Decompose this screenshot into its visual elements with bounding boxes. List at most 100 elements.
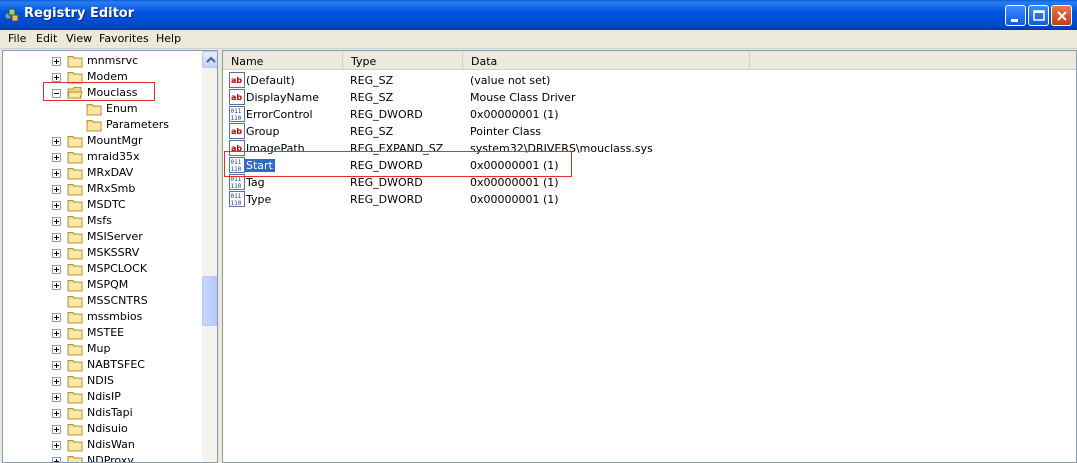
tree-item[interactable]: mraid35x (3, 149, 201, 165)
expand-icon[interactable] (52, 137, 61, 146)
expand-icon[interactable] (52, 169, 61, 178)
expand-icon[interactable] (52, 361, 61, 370)
tree-item[interactable]: MountMgr (3, 133, 201, 149)
string-value-icon: ab (229, 89, 245, 105)
scroll-thumb[interactable] (202, 276, 217, 326)
tree-item-label: NDProxy (87, 454, 134, 463)
expand-icon[interactable] (52, 153, 61, 162)
tree-item-label: Mouclass (87, 86, 138, 99)
value-row[interactable]: 011 110 ErrorControl REG_DWORD 0x00000001 (1… (223, 106, 923, 123)
value-row[interactable]: ab DisplayName REG_SZ Mouse Class Driver (223, 89, 923, 106)
folder-icon (67, 150, 83, 164)
tree-item[interactable]: Parameters (3, 117, 201, 133)
expand-icon[interactable] (52, 457, 61, 462)
tree-item[interactable]: Mup (3, 341, 201, 357)
folder-icon (67, 278, 83, 292)
tree-item[interactable]: mnmsrvc (3, 53, 201, 69)
expand-icon[interactable] (52, 233, 61, 242)
expand-icon[interactable] (52, 313, 61, 322)
tree-item-label: Msfs (87, 214, 112, 227)
menu-edit[interactable]: Edit (36, 32, 57, 45)
tree-item[interactable]: NdisWan (3, 437, 201, 453)
folder-icon (67, 374, 83, 388)
scroll-up-button[interactable] (202, 51, 217, 68)
tree-item[interactable]: NDIS (3, 373, 201, 389)
close-button[interactable] (1051, 5, 1072, 26)
collapse-icon[interactable] (52, 89, 61, 98)
tree-item[interactable]: MSPCLOCK (3, 261, 201, 277)
svg-text:ab: ab (231, 93, 242, 102)
value-data: 0x00000001 (1) (470, 108, 559, 121)
folder-icon (67, 214, 83, 228)
expand-icon[interactable] (52, 201, 61, 210)
tree-item[interactable]: MSTEE (3, 325, 201, 341)
tree-item[interactable]: MSIServer (3, 229, 201, 245)
minimize-button[interactable] (1005, 5, 1026, 26)
value-data: 0x00000001 (1) (470, 193, 559, 206)
expand-icon[interactable] (52, 441, 61, 450)
value-type: REG_SZ (350, 125, 394, 138)
expand-icon[interactable] (52, 409, 61, 418)
value-row[interactable]: 011 110 Start REG_DWORD 0x00000001 (1) (223, 157, 923, 174)
tree-item[interactable]: Modem (3, 69, 201, 85)
title-bar: Registry Editor (0, 0, 1077, 30)
value-row[interactable]: 011 110 Tag REG_DWORD 0x00000001 (1) (223, 174, 923, 191)
folder-icon (67, 390, 83, 404)
expand-icon[interactable] (52, 393, 61, 402)
value-row[interactable]: ab (Default) REG_SZ (value not set) (223, 72, 923, 89)
tree-item[interactable]: Mouclass (3, 85, 201, 101)
value-row[interactable]: 011 110 Type REG_DWORD 0x00000001 (1) (223, 191, 923, 208)
value-name: Tag (246, 176, 265, 189)
folder-icon (67, 262, 83, 276)
expand-icon[interactable] (52, 329, 61, 338)
value-name: ErrorControl (246, 108, 313, 121)
tree-item[interactable]: NdisIP (3, 389, 201, 405)
expand-icon[interactable] (52, 345, 61, 354)
column-header-data[interactable]: Data (463, 51, 750, 70)
binary-value-icon: 011 110 (229, 157, 245, 173)
tree-item[interactable]: NABTSFEC (3, 357, 201, 373)
menu-help[interactable]: Help (156, 32, 181, 45)
window-title: Registry Editor (24, 6, 135, 21)
value-name: ImagePath (246, 142, 305, 155)
tree-item[interactable]: MSDTC (3, 197, 201, 213)
expand-icon[interactable] (52, 377, 61, 386)
expand-icon[interactable] (52, 57, 61, 66)
tree-item[interactable]: MRxDAV (3, 165, 201, 181)
tree-item-label: Enum (106, 102, 138, 115)
menu-view[interactable]: View (66, 32, 92, 45)
tree-item[interactable]: Ndisuio (3, 421, 201, 437)
tree-item[interactable]: mssmbios (3, 309, 201, 325)
expand-icon[interactable] (52, 425, 61, 434)
value-data: 0x00000001 (1) (470, 159, 559, 172)
menu-file[interactable]: File (8, 32, 26, 45)
value-data: system32\DRIVERS\mouclass.sys (470, 142, 653, 155)
menu-favorites[interactable]: Favorites (99, 32, 149, 45)
values-list-pane[interactable]: Name Type Data ab (Default) REG_SZ (value n… (222, 50, 1077, 463)
expand-icon[interactable] (52, 73, 61, 82)
tree-item[interactable]: NdisTapi (3, 405, 201, 421)
tree-item[interactable]: Msfs (3, 213, 201, 229)
tree-scrollbar[interactable] (202, 51, 217, 462)
tree-item[interactable]: MRxSmb (3, 181, 201, 197)
folder-icon (67, 406, 83, 420)
tree-item[interactable]: MSKSSRV (3, 245, 201, 261)
tree-item[interactable]: MSPQM (3, 277, 201, 293)
column-header-filler (750, 51, 1076, 70)
maximize-button[interactable] (1028, 5, 1049, 26)
expand-icon[interactable] (52, 217, 61, 226)
expand-icon[interactable] (52, 249, 61, 258)
expand-icon[interactable] (52, 265, 61, 274)
column-header-type[interactable]: Type (343, 51, 463, 70)
value-row[interactable]: ab Group REG_SZ Pointer Class (223, 123, 923, 140)
folder-icon (67, 70, 83, 84)
tree-item[interactable]: MSSCNTRS (3, 293, 201, 309)
column-header-name[interactable]: Name (223, 51, 343, 70)
value-data: Mouse Class Driver (470, 91, 576, 104)
tree-item[interactable]: NDProxy (3, 453, 201, 463)
key-tree-pane[interactable]: mnmsrvc Modem Mouclass Enum Parameters MountM… (2, 50, 218, 463)
expand-icon[interactable] (52, 281, 61, 290)
value-row[interactable]: ab ImagePath REG_EXPAND_SZ system32\DRIVERS… (223, 140, 923, 157)
tree-item[interactable]: Enum (3, 101, 201, 117)
expand-icon[interactable] (52, 185, 61, 194)
